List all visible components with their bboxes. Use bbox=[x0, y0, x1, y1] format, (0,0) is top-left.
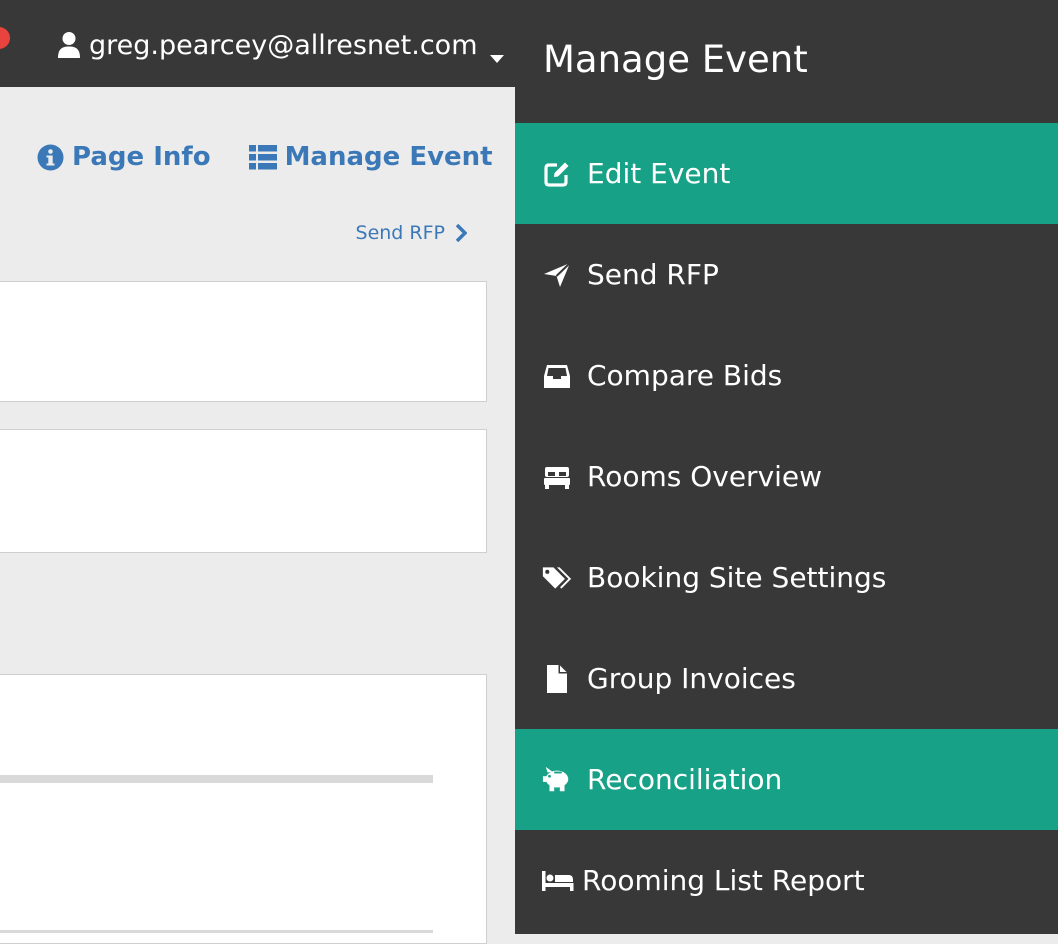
paper-plane-icon bbox=[542, 260, 572, 290]
user-menu[interactable]: greg.pearcey@allresnet.com bbox=[57, 24, 504, 66]
sidebar-item-label: Edit Event bbox=[587, 157, 731, 190]
list-icon bbox=[248, 144, 277, 169]
sidebar-item-label: Reconciliation bbox=[587, 763, 783, 796]
inbox-icon bbox=[542, 361, 572, 391]
chevron-down-icon bbox=[489, 40, 504, 63]
top-bar: greg.pearcey@allresnet.com bbox=[0, 0, 515, 87]
tags-icon bbox=[542, 563, 572, 593]
divider bbox=[0, 775, 433, 783]
info-circle-icon bbox=[37, 144, 64, 170]
sidebar-menu: Edit Event Send RFP Compare Bids Rooms O… bbox=[515, 123, 1058, 931]
edit-icon bbox=[542, 159, 572, 189]
sidebar-item-label: Group Invoices bbox=[587, 662, 796, 695]
content-panel bbox=[0, 674, 487, 944]
sidebar-item-label: Rooming List Report bbox=[582, 864, 865, 897]
bed-icon bbox=[542, 866, 574, 896]
manage-event-button[interactable]: Manage Event bbox=[248, 142, 493, 172]
sidebar-item-edit-event[interactable]: Edit Event bbox=[515, 123, 1058, 224]
page-info-label: Page Info bbox=[72, 142, 211, 172]
sidebar-item-group-invoices[interactable]: Group Invoices bbox=[515, 628, 1058, 729]
user-email: greg.pearcey@allresnet.com bbox=[89, 29, 478, 61]
sidebar-item-rooms-overview[interactable]: Rooms Overview bbox=[515, 426, 1058, 527]
next-step-label: Send RFP bbox=[355, 222, 445, 244]
manage-event-label: Manage Event bbox=[284, 142, 493, 172]
sidebar-item-label: Rooms Overview bbox=[587, 460, 823, 493]
page-actions: Page Info Manage Event bbox=[37, 142, 493, 172]
main-content: Page Info Manage Event Send RFP bbox=[0, 87, 515, 944]
sidebar-item-label: Compare Bids bbox=[587, 359, 783, 392]
page-info-button[interactable]: Page Info bbox=[37, 142, 211, 172]
content-panel bbox=[0, 281, 487, 402]
sidebar-item-booking-site-settings[interactable]: Booking Site Settings bbox=[515, 527, 1058, 628]
next-step-link[interactable]: Send RFP bbox=[356, 222, 467, 244]
sidebar-item-label: Send RFP bbox=[587, 258, 719, 291]
sidebar-item-reconciliation[interactable]: Reconciliation bbox=[515, 729, 1058, 830]
sidebar-item-rooming-list-report[interactable]: Rooming List Report bbox=[515, 830, 1058, 931]
sidebar-item-send-rfp[interactable]: Send RFP bbox=[515, 224, 1058, 325]
manage-event-sidebar: Manage Event Edit Event Send RFP Compare… bbox=[515, 0, 1058, 934]
file-icon bbox=[542, 664, 572, 694]
divider bbox=[0, 930, 433, 933]
notification-badge[interactable] bbox=[0, 27, 10, 49]
bed-front-icon bbox=[542, 462, 572, 492]
piggy-bank-icon bbox=[542, 765, 572, 795]
chevron-right-icon bbox=[455, 224, 467, 242]
sidebar-item-compare-bids[interactable]: Compare Bids bbox=[515, 325, 1058, 426]
sidebar-item-label: Booking Site Settings bbox=[587, 561, 887, 594]
user-icon bbox=[57, 31, 81, 59]
sidebar-title: Manage Event bbox=[543, 38, 808, 81]
content-panel bbox=[0, 429, 487, 553]
